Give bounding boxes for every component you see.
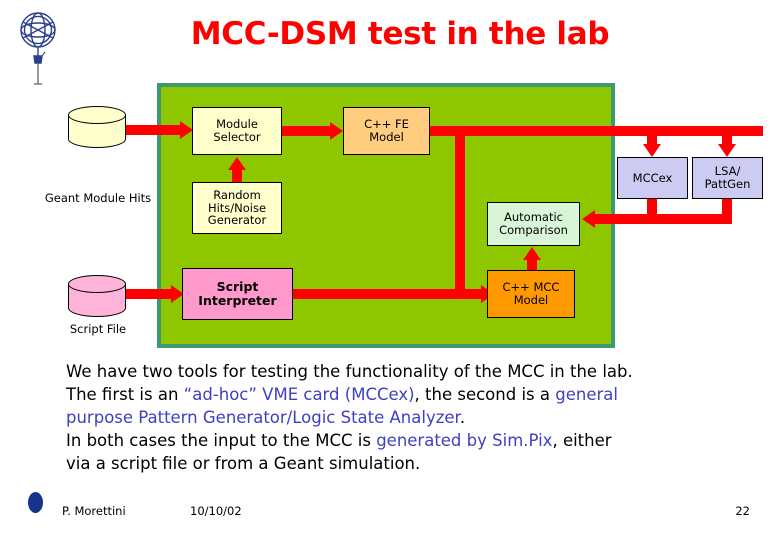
box-label-line: PattGen	[704, 177, 751, 191]
box-automatic-comparison[interactable]: Automatic Comparison	[487, 202, 580, 246]
box-label-line: MCCex	[632, 170, 673, 185]
connector-geant-to-module-selector	[126, 125, 182, 135]
footer-bullet-icon	[28, 492, 43, 513]
box-module-selector[interactable]: Module Selector	[192, 107, 282, 155]
box-label-line: Generator	[207, 213, 267, 228]
globe-wireframe-logo	[14, 6, 66, 86]
body-line-1: We have two tools for testing the functi…	[66, 360, 766, 383]
body-line-2: The first is an “ad-hoc” VME card (MCCex…	[66, 383, 766, 406]
script-file-cylinder	[68, 275, 126, 317]
footer-page-number: 22	[735, 504, 750, 518]
arrowhead-right	[330, 122, 343, 140]
connector-return-bus	[595, 214, 732, 224]
body-text: via a script file or from a Geant simula…	[66, 454, 421, 473]
geant-module-hits-cylinder	[68, 106, 126, 148]
box-label-line: Comparison	[499, 223, 568, 237]
body-highlight: “ad-hoc” VME card (MCCex)	[183, 385, 415, 404]
page-title: MCC-DSM test in the lab	[190, 16, 610, 52]
body-line-4: In both cases the input to the MCC is ge…	[66, 429, 766, 452]
cyl-label-line: Script File	[69, 322, 127, 336]
box-cpp-fe-model[interactable]: C++ FE Model	[343, 107, 430, 155]
box-label-line: Selector	[213, 130, 261, 144]
body-highlight: general	[555, 385, 618, 404]
body-text: .	[459, 408, 466, 427]
box-label-line: Script	[216, 279, 259, 294]
box-mccex[interactable]: MCCex	[617, 157, 688, 199]
body-paragraph: We have two tools for testing the functi…	[66, 360, 766, 475]
box-label-line: Model	[513, 293, 549, 307]
cyl-label-line: Hits	[128, 191, 152, 205]
box-random-hits-generator[interactable]: Random Hits/Noise Generator	[192, 182, 282, 234]
box-cpp-mcc-model[interactable]: C++ MCC Model	[487, 270, 575, 318]
body-highlight: purpose Pattern Generator/Logic State An…	[66, 408, 460, 427]
connector-script-file-to-interpreter	[126, 289, 174, 299]
box-label-line: Random	[213, 187, 261, 202]
connector-bus-down-to-mccex	[647, 126, 657, 146]
arrowhead-up	[523, 247, 541, 260]
box-script-interpreter[interactable]: Script Interpreter	[182, 268, 293, 320]
body-highlight: generated by Sim.Pix	[376, 431, 553, 450]
arrowhead-down	[718, 144, 736, 157]
connector-interpreter-to-mcc-model	[293, 289, 485, 299]
footer-date: 10/10/02	[190, 504, 242, 518]
body-line-3: purpose Pattern Generator/Logic State An…	[66, 406, 766, 429]
connector-bus-down-to-mcc-model	[455, 126, 465, 289]
slide-canvas: MCC-DSM test in the lab Geant Module Hit…	[0, 0, 780, 540]
arrowhead-left	[582, 210, 595, 228]
body-text: We have two tools for testing the functi…	[66, 362, 633, 381]
script-file-label: Script File	[44, 322, 152, 337]
arrowhead-down	[643, 144, 661, 157]
box-lsa-pattgen[interactable]: LSA/ PattGen	[692, 157, 763, 199]
body-text: In both cases the input to the MCC is	[66, 431, 377, 450]
box-label-line: Interpreter	[198, 293, 277, 308]
body-text: , the second is a	[414, 385, 556, 404]
connector-fe-model-bus	[430, 126, 763, 136]
connector-module-selector-to-fe-model	[282, 126, 332, 136]
box-label-line: Model	[369, 130, 404, 144]
footer-author: P. Morettini	[62, 504, 126, 518]
body-text: The first is an	[66, 385, 184, 404]
connector-bus-down-to-lsa	[722, 126, 732, 146]
body-line-5: via a script file or from a Geant simula…	[66, 452, 766, 475]
geant-module-hits-label: Geant Module Hits	[44, 191, 152, 206]
arrowhead-up	[228, 157, 246, 170]
body-text: , either	[552, 431, 612, 450]
cyl-label-line: Geant Module	[44, 191, 126, 205]
